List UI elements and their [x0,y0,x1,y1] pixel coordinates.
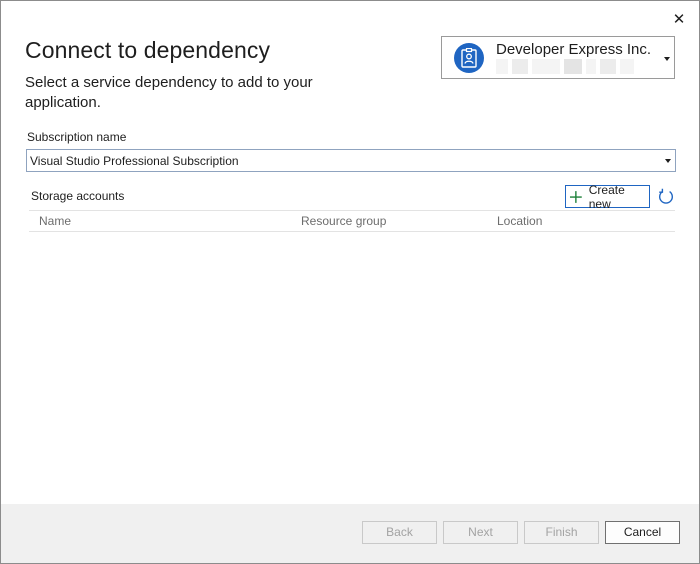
close-button[interactable]: ✕ [669,10,689,30]
subscription-label: Subscription name [27,130,127,144]
account-badge-icon [454,43,484,73]
account-picker[interactable]: Developer Express Inc. [441,36,675,79]
table-header: Name Resource group Location [29,211,675,232]
next-button[interactable]: Next [443,521,518,544]
subscription-value: Visual Studio Professional Subscription [30,154,239,168]
column-header-location[interactable]: Location [497,214,542,228]
dialog-footer: Back Next Finish Cancel [1,504,699,563]
create-new-button[interactable]: Create new [565,182,650,211]
account-name: Developer Express Inc. [496,41,652,58]
create-new-label: Create new [588,182,625,211]
column-header-resource-group[interactable]: Resource group [301,214,386,228]
page-title: Connect to dependency [25,37,271,63]
page-subtitle: Select a service dependency to add to yo… [25,74,313,111]
storage-accounts-label: Storage accounts [31,189,125,203]
refresh-icon[interactable] [657,188,675,206]
back-button[interactable]: Back [362,521,437,544]
subscription-dropdown[interactable]: Visual Studio Professional Subscription [26,149,676,172]
connect-dependency-dialog: ✕ Connect to dependency Select a service… [0,0,700,564]
finish-button[interactable]: Finish [524,521,599,544]
column-header-name[interactable]: Name [39,214,71,228]
account-email-redacted [496,59,634,74]
chevron-down-icon [664,57,670,61]
plus-icon [569,190,582,203]
chevron-down-icon [665,159,671,163]
storage-accounts-table: Name Resource group Location [29,210,675,232]
cancel-button[interactable]: Cancel [605,521,680,544]
